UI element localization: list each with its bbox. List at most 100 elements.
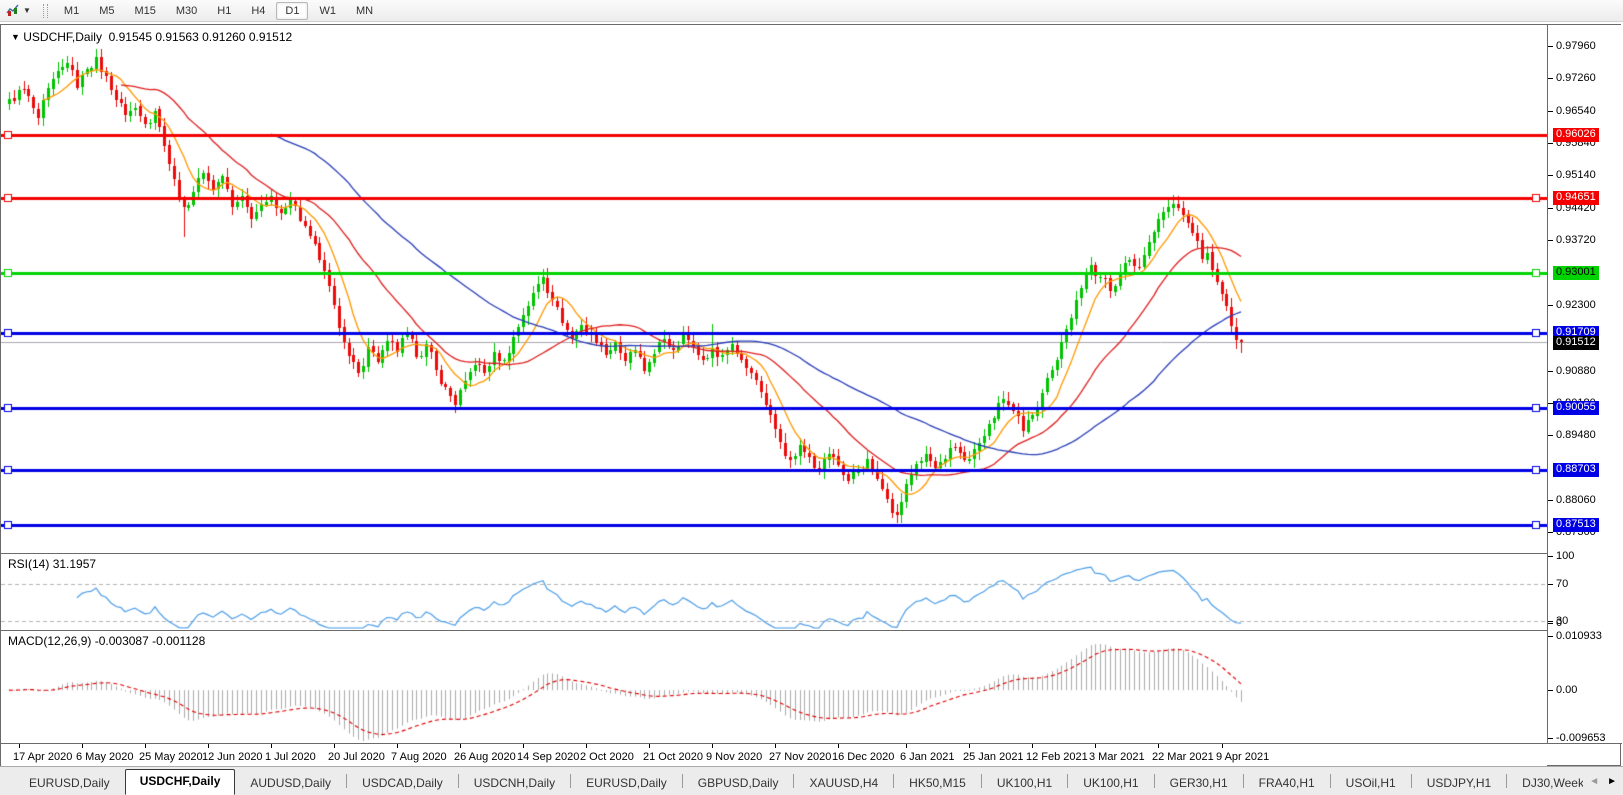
tab-eurusd-daily[interactable]: EURUSD,Daily <box>14 772 125 795</box>
price-tick-label: 0.95140 <box>1556 169 1596 181</box>
date-label: 1 Jul 2020 <box>265 751 316 763</box>
chart-cursor-tool[interactable]: ▼ <box>0 0 37 21</box>
tab-scroll-right-icon[interactable]: ► <box>1607 776 1617 787</box>
timeframe-button-h4[interactable]: H4 <box>242 2 274 20</box>
price-chart-canvas[interactable] <box>1 25 1547 553</box>
tab-usdchf-daily[interactable]: USDCHF,Daily <box>124 769 236 795</box>
tab-hk50-m15[interactable]: HK50,M15 <box>894 772 981 795</box>
date-tick <box>649 744 650 748</box>
date-label: 26 Aug 2020 <box>454 751 516 763</box>
date-label: 27 Nov 2020 <box>769 751 832 763</box>
tab-xauusd-h4[interactable]: XAUUSD,H4 <box>794 772 893 795</box>
chevron-down-icon: ▼ <box>23 6 31 15</box>
level-price-badge: 0.87513 <box>1553 518 1599 532</box>
date-axis[interactable]: 17 Apr 2020 6 May 2020 25 May 2020 12 Jun 2… <box>1 744 1547 767</box>
macd-label: MACD(12,26,9) -0.003087 -0.001128 <box>8 634 206 648</box>
rsi-label: RSI(14) 31.1957 <box>8 557 97 571</box>
tab-scroll-left-icon[interactable]: ◄ <box>1589 776 1599 787</box>
tab-audusd-daily[interactable]: AUDUSD,Daily <box>235 772 346 795</box>
symbol-tab-bar: EURUSD,Daily USDCHF,Daily AUDUSD,Daily USDC… <box>0 766 1623 795</box>
axis-tick <box>1548 111 1553 112</box>
date-tick <box>586 744 587 748</box>
date-tick <box>82 744 83 748</box>
price-tick-label: 0.90880 <box>1556 365 1596 377</box>
price-tick-label: 0.89480 <box>1556 429 1596 441</box>
rsi-tick-label: 100 <box>1556 550 1575 562</box>
toolbar-grip[interactable] <box>42 3 48 18</box>
date-tick <box>145 744 146 748</box>
tab-fra40-h1[interactable]: FRA40,H1 <box>1244 772 1330 795</box>
rsi-panel-canvas[interactable] <box>1 554 1547 629</box>
tab-arrows: ◄ ► <box>1583 767 1623 795</box>
axis-tick <box>1548 532 1553 533</box>
price-tick-label: 0.96540 <box>1556 105 1596 117</box>
axis-tick <box>1548 636 1553 637</box>
date-label: 6 May 2020 <box>76 751 134 763</box>
axis-tick <box>1548 583 1553 585</box>
date-label: 14 Sep 2020 <box>517 751 580 763</box>
timeframe-button-w1[interactable]: W1 <box>310 2 345 20</box>
axis-tick <box>1548 143 1553 144</box>
date-tick <box>838 744 839 748</box>
tab-usdjpy-h1[interactable]: USDJPY,H1 <box>1412 772 1506 795</box>
axis-tick <box>1548 738 1553 739</box>
macd-tick-label: -0.009653 <box>1556 732 1606 744</box>
price-tick-label: 0.92300 <box>1556 299 1596 311</box>
tab-eurusd-daily[interactable]: EURUSD,Daily <box>571 772 682 795</box>
axis-tick <box>1548 78 1553 79</box>
macd-tick-label: 0.010933 <box>1556 630 1602 642</box>
panel-divider[interactable] <box>1 630 1622 631</box>
date-tick <box>1095 744 1096 748</box>
date-tick <box>906 744 907 748</box>
tab-scroll-area: EURUSD,Daily USDCHF,Daily AUDUSD,Daily USDC… <box>0 769 1583 795</box>
date-tick <box>460 744 461 748</box>
tab-usdcnh-daily[interactable]: USDCNH,Daily <box>459 772 570 795</box>
rsi-tick-label: 0 <box>1556 617 1563 629</box>
price-axis[interactable]: 0.97960 0.97260 0.96540 0.95840 0.95140 0.944… <box>1547 25 1623 744</box>
tab-gbpusd-daily[interactable]: GBPUSD,Daily <box>683 772 794 795</box>
axis-tick <box>1548 690 1553 691</box>
tab-usoil-h1[interactable]: USOil,H1 <box>1331 772 1411 795</box>
macd-tick-label: 0.00 <box>1556 684 1578 696</box>
date-label: 6 Jan 2021 <box>900 751 955 763</box>
level-price-badge: 0.88703 <box>1553 463 1599 477</box>
timeframe-button-mn[interactable]: MN <box>347 2 382 20</box>
chart-window: ▼ USDCHF,Daily 0.91545 0.91563 0.91260 0… <box>0 24 1623 767</box>
timeframe-button-d1[interactable]: D1 <box>276 1 309 20</box>
timeframe-button-m30[interactable]: M30 <box>167 2 206 20</box>
date-label: 25 May 2020 <box>139 751 203 763</box>
axis-tick <box>1548 620 1553 622</box>
tab-uk100-h1[interactable]: UK100,H1 <box>982 772 1067 795</box>
axis-tick <box>1548 556 1553 557</box>
macd-panel-canvas[interactable] <box>1 631 1547 743</box>
date-label: 3 Mar 2021 <box>1089 751 1145 763</box>
date-tick <box>523 744 524 748</box>
timeframe-buttons: M1 M5 M15 M30 H1 H4 D1 W1 MN <box>54 1 383 20</box>
date-tick <box>1158 744 1159 748</box>
rsi-tick-label: 70 <box>1556 577 1569 590</box>
price-tick-label: 0.88060 <box>1556 494 1596 506</box>
tab-usdcad-daily[interactable]: USDCAD,Daily <box>347 772 458 795</box>
level-price-badge: 0.96026 <box>1553 128 1599 142</box>
tab-ger30-h1[interactable]: GER30,H1 <box>1155 772 1243 795</box>
timeframe-button-m1[interactable]: M1 <box>55 2 88 20</box>
date-label: 9 Apr 2021 <box>1216 751 1270 763</box>
axis-tick <box>1548 240 1553 241</box>
timeframe-button-m15[interactable]: M15 <box>125 2 164 20</box>
tab-dj30-weekly[interactable]: DJ30,Weekly <box>1507 772 1583 795</box>
top-toolbar: ▼ M1 M5 M15 M30 H1 H4 D1 W1 MN <box>0 0 1623 22</box>
date-label: 12 Feb 2021 <box>1026 751 1088 763</box>
window-menu-icon[interactable]: ▼ <box>11 32 20 42</box>
timeframe-button-h1[interactable]: H1 <box>208 2 240 20</box>
date-label: 2 Oct 2020 <box>580 751 634 763</box>
panel-divider[interactable] <box>1 553 1622 554</box>
level-price-badge: 0.90055 <box>1553 401 1599 415</box>
price-tick-label: 0.93720 <box>1556 234 1596 246</box>
timeframe-button-m5[interactable]: M5 <box>90 2 123 20</box>
date-tick <box>1032 744 1033 748</box>
date-tick <box>712 744 713 748</box>
date-label: 9 Nov 2020 <box>706 751 763 763</box>
axis-tick <box>1548 623 1553 624</box>
tab-uk100-h1[interactable]: UK100,H1 <box>1068 772 1153 795</box>
date-label: 22 Mar 2021 <box>1152 751 1214 763</box>
